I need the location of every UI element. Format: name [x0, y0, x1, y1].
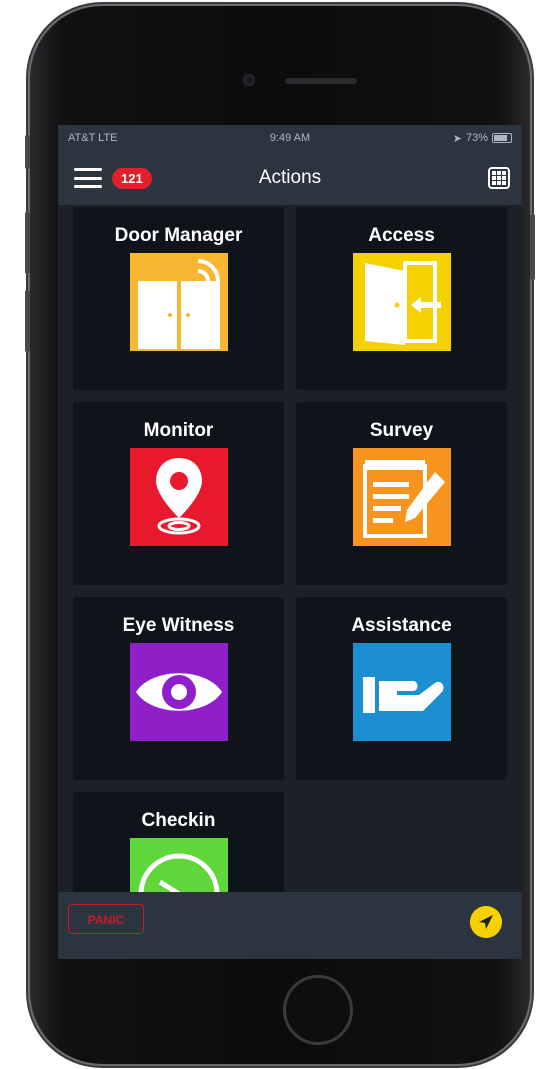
status-bar: AT&T LTE 9:49 AM ➤ 73%: [58, 125, 522, 151]
screen: AT&T LTE 9:49 AM ➤ 73% 121 Actions Door …: [58, 125, 522, 959]
power-button[interactable]: [530, 214, 535, 280]
action-monitor[interactable]: Monitor: [73, 402, 284, 585]
hamburger-icon[interactable]: [74, 168, 102, 188]
battery-icon: [492, 133, 512, 143]
front-camera: [243, 74, 255, 86]
action-label: Survey: [369, 420, 434, 441]
door-manager-icon: [130, 253, 228, 351]
earpiece-speaker: [285, 78, 357, 84]
action-door-manager[interactable]: Door Manager: [73, 207, 284, 390]
notification-badge[interactable]: 121: [112, 167, 152, 189]
action-label: Assistance: [351, 615, 452, 636]
panic-button[interactable]: PANIC: [68, 904, 144, 934]
volume-down-button[interactable]: [25, 290, 30, 352]
action-label: Eye Witness: [122, 615, 235, 636]
mute-switch[interactable]: [25, 135, 30, 169]
grid-icon[interactable]: [488, 167, 510, 189]
location-pin-icon: [130, 448, 228, 546]
notepad-pencil-icon: [353, 448, 451, 546]
action-label: Door Manager: [114, 225, 243, 246]
action-eye-witness[interactable]: Eye Witness: [73, 597, 284, 780]
action-label: Checkin: [141, 810, 216, 831]
nav-bar: 121 Actions: [58, 151, 522, 205]
bottom-bar: PANIC: [58, 892, 522, 959]
action-survey[interactable]: Survey: [296, 402, 507, 585]
action-label: Access: [368, 225, 435, 246]
action-label: Monitor: [143, 420, 214, 441]
eye-icon: [130, 643, 228, 741]
access-door-icon: [353, 253, 451, 351]
action-access[interactable]: Access: [296, 207, 507, 390]
navigation-arrow-icon[interactable]: [470, 906, 502, 938]
action-assistance[interactable]: Assistance: [296, 597, 507, 780]
helping-hand-icon: [353, 643, 451, 741]
volume-up-button[interactable]: [25, 212, 30, 274]
status-time: 9:49 AM: [269, 132, 311, 144]
home-button[interactable]: [283, 975, 353, 1045]
